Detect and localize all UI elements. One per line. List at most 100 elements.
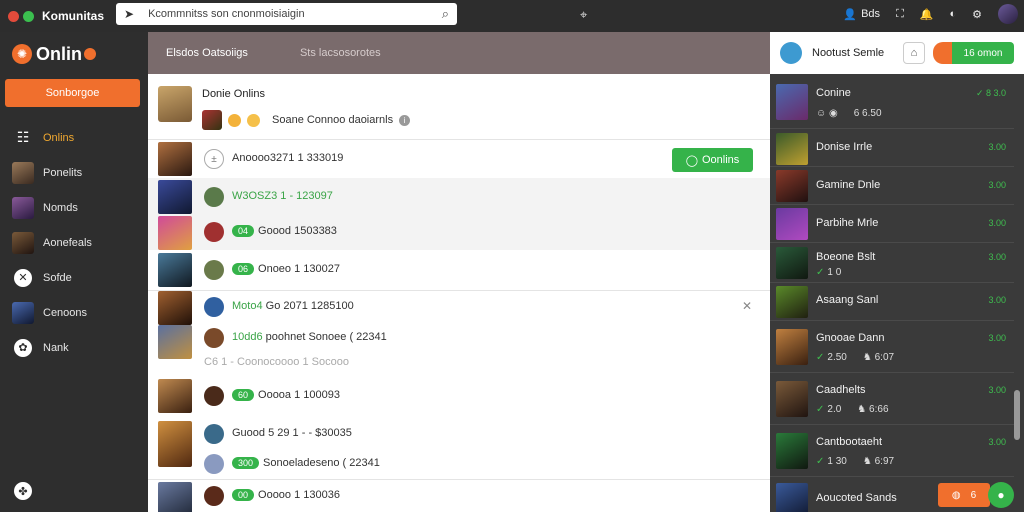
maximize-window-icon[interactable] xyxy=(23,10,34,22)
bell-icon[interactable]: 🔔 xyxy=(920,8,934,21)
item-meta-value: 1 0 xyxy=(827,267,842,278)
close-window-icon[interactable] xyxy=(8,10,19,22)
settings-cog-icon[interactable]: ✤ xyxy=(14,482,32,500)
grid-icon: ☷ xyxy=(16,129,30,145)
online-button[interactable]: ◯ Oonlins xyxy=(672,148,753,172)
brand[interactable]: ✺ Onlin xyxy=(0,32,148,76)
feed-row[interactable]: 06 Onoeo 1 130027 xyxy=(148,250,770,290)
item-name: Asaang Sanl xyxy=(816,294,879,306)
tab-active[interactable]: Elsdos Oatsoiigs xyxy=(148,32,266,74)
left-sidebar: ✺ Onlin Sonborgoe ☷ Onlins Ponelits Nomd… xyxy=(0,32,148,512)
profile-avatar[interactable] xyxy=(158,86,192,122)
row-thumb xyxy=(158,142,192,176)
feed-row[interactable]: 60 Ooooa 1 100093 xyxy=(148,373,770,419)
sidebar-item-online[interactable]: ☷ Onlins xyxy=(0,120,148,155)
fullscreen-icon[interactable]: ⛶ xyxy=(896,8,904,21)
chat-icon[interactable]: ● xyxy=(988,482,1014,508)
list-item[interactable]: Gamine Dnle 3.00 xyxy=(770,167,1014,205)
feed-text: 10dd6 poohnet Sonoee ( 22341 xyxy=(232,331,387,343)
feed-row[interactable]: ± Anoooo3271 1 333019 ◯ Oonlins xyxy=(148,140,770,178)
fire-icon[interactable] xyxy=(933,42,953,64)
feed-text: 06 Onoeo 1 130027 xyxy=(232,263,340,276)
sidebar-item-nank[interactable]: ✿ Nank xyxy=(0,330,148,365)
trophy-icon: ♞ xyxy=(862,456,875,467)
circle-icon: ✿ xyxy=(14,338,32,357)
feed-text-value: Ooooo 1 130036 xyxy=(258,489,340,501)
feed-row[interactable]: 300 Sonoeladeseno ( 22341 xyxy=(148,449,770,479)
game-thumb xyxy=(776,208,808,240)
item-meta-value: 2.0 xyxy=(827,404,842,415)
item-meta-value: 1 30 xyxy=(827,456,847,467)
close-icon[interactable]: ✕ xyxy=(742,299,752,313)
game-thumb xyxy=(776,170,808,202)
user-menu[interactable]: 👤 Bds xyxy=(843,8,880,21)
feed-text-value: Sonoeladeseno ( 22341 xyxy=(263,457,380,469)
scrollbar[interactable] xyxy=(1014,390,1020,440)
search-input[interactable] xyxy=(148,8,442,20)
send-icon: ➤ xyxy=(124,7,135,21)
list-item[interactable]: Gnooae Dann 3.00 ✓ 2.50 ♞ 6:07 xyxy=(770,321,1014,373)
right-panel-title: Nootust Semle xyxy=(812,47,885,59)
avatar[interactable] xyxy=(998,4,1018,24)
brand-logo-icon: ✺ xyxy=(12,44,32,64)
brand-badge-icon xyxy=(84,48,96,60)
notifications-button[interactable]: ◍ 6 xyxy=(938,483,990,507)
avatar[interactable] xyxy=(780,42,802,64)
sidebar-item-label: Sofde xyxy=(43,271,72,284)
sidebar-item-nomds[interactable]: Nomds xyxy=(0,190,148,225)
sidebar-item-sofde[interactable]: ✕ Sofde xyxy=(0,260,148,295)
game-thumb xyxy=(776,84,808,120)
sidebar-item-label: Aonefeals xyxy=(43,236,92,249)
list-item[interactable]: Cantbootaeht 3.00 ✓ 1 30 ♞ 6:97 xyxy=(770,425,1014,477)
app-title: Komunitas xyxy=(42,9,105,23)
list-item[interactable]: Boeone Bslt 3.00 ✓ 1 0 xyxy=(770,243,1014,283)
settings-icon[interactable]: ⚙ xyxy=(972,8,982,21)
user-icon: 👤 xyxy=(843,8,858,21)
feed-text-value: Goood 1503383 xyxy=(258,225,337,237)
upload-icon: ± xyxy=(204,149,224,169)
item-status: 3.00 xyxy=(988,180,1006,190)
feed-row[interactable]: C6 1 - Coonocoooo 1 Socooo xyxy=(148,353,770,373)
item-status: 3.00 xyxy=(988,295,1006,305)
list-item[interactable]: Donise Irrle 3.00 xyxy=(770,129,1014,167)
feed-row[interactable]: 04 Goood 1503383 xyxy=(148,214,770,250)
location-icon[interactable]: ⌖ xyxy=(580,7,587,23)
feed-row[interactable]: W3OSZ3 1 - 123097 xyxy=(148,178,770,214)
row-thumb xyxy=(158,482,192,512)
sidebar-item-ponelits[interactable]: Ponelits xyxy=(0,155,148,190)
sidebar-item-cenoons[interactable]: Cenoons xyxy=(0,295,148,330)
list-item[interactable]: Asaang Sanl 3.00 xyxy=(770,283,1014,321)
search-bar[interactable]: ➤ ⌕ xyxy=(116,3,457,25)
online-count-button[interactable]: 16 omon xyxy=(952,42,1014,64)
feed-text: C6 1 - Coonocoooo 1 Socooo xyxy=(204,356,349,368)
brand-name: Onlin xyxy=(36,43,82,64)
list-item[interactable]: Caadhelts 3.00 ✓ 2.0 ♞ 6:66 xyxy=(770,373,1014,425)
moon-icon[interactable]: ◐ xyxy=(949,8,956,20)
sidebar-item-label: Nomds xyxy=(43,201,78,214)
feed-row[interactable]: Guood 5 29 1 - - $30035 xyxy=(148,419,770,467)
sidebar-item-aonefeals[interactable]: Aonefeals xyxy=(0,225,148,260)
feed-row[interactable]: 00 Ooooo 1 130036 xyxy=(148,480,770,512)
game-thumb xyxy=(776,133,808,165)
home-icon[interactable]: ⌂ xyxy=(903,42,925,64)
profile-subtitle-text: Soane Connoo daoiarnls xyxy=(272,114,394,126)
search-icon[interactable]: ⌕ xyxy=(442,6,449,22)
primary-action-button[interactable]: Sonborgoe xyxy=(5,79,140,107)
feed-row[interactable]: 10dd6 poohnet Sonoee ( 22341 xyxy=(148,323,770,359)
list-item[interactable]: Parbihe Mrle 3.00 xyxy=(770,205,1014,243)
game-thumb xyxy=(776,381,808,417)
item-name: Caadhelts xyxy=(816,384,866,396)
list-item[interactable]: Conine ✓ 8 3.0 ☺ ◉ 6 6.50 xyxy=(770,74,1014,129)
item-meta: ☺ ◉ 6 6.50 xyxy=(816,108,882,119)
check-icon: ✓ xyxy=(816,404,825,415)
feed-text-value: Onoeo 1 130027 xyxy=(258,263,340,275)
item-name: Cantbootaeht xyxy=(816,436,883,448)
row-thumb xyxy=(158,180,192,214)
feed-text: Moto4 Go 2071 1285100 xyxy=(232,300,354,312)
feed-text: Guood 5 29 1 - - $30035 xyxy=(232,427,352,439)
info-icon[interactable]: i xyxy=(399,114,411,126)
check-icon: ✓ xyxy=(816,267,825,278)
tab-inactive[interactable]: Sts lacsosorotes xyxy=(282,32,399,74)
feed-row[interactable]: Moto4 Go 2071 1285100 ✕ xyxy=(148,291,770,325)
row-thumb xyxy=(158,291,192,325)
